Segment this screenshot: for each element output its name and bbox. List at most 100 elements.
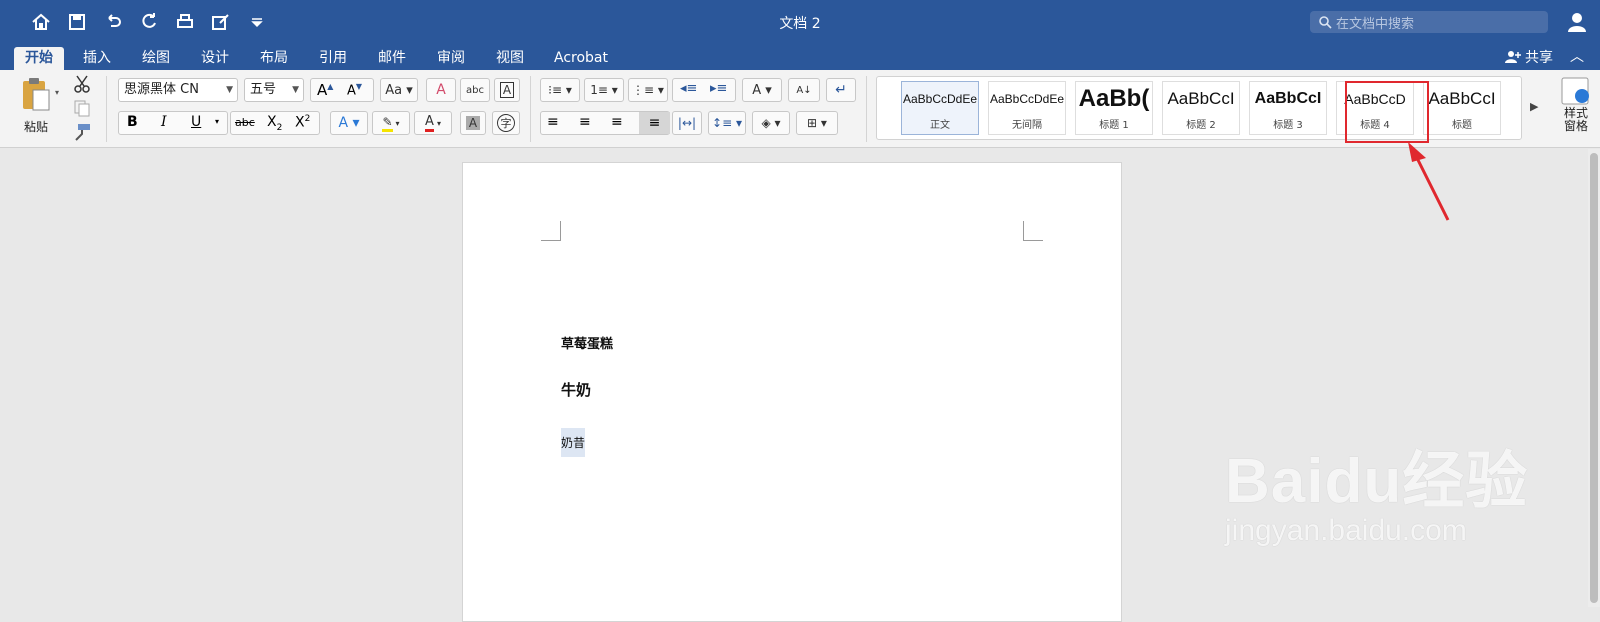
tab-draw[interactable]: 绘图 xyxy=(131,47,181,70)
increase-indent-icon[interactable]: ▸≡ xyxy=(710,81,727,96)
superscript-icon[interactable]: X2 xyxy=(295,114,310,131)
font-size-buttons: A▲ A▼ xyxy=(310,78,374,102)
italic-icon[interactable]: I xyxy=(161,114,167,130)
style-sample: AaBb( xyxy=(1078,85,1150,112)
font-name-select[interactable]: 思源黑体 CN ▼ xyxy=(118,78,238,102)
style-normal[interactable]: AaBbCcDdEe 正文 xyxy=(901,81,979,135)
alignment-buttons: ≡ ≡ ≡ ≡ xyxy=(540,111,670,135)
style-no-spacing[interactable]: AaBbCcDdEe 无间隔 xyxy=(988,81,1066,135)
chevron-down-icon: ▼ xyxy=(292,85,299,95)
tab-layout[interactable]: 布局 xyxy=(249,47,299,70)
shrink-font-icon[interactable]: A▼ xyxy=(347,82,362,98)
paste-dropdown-icon[interactable]: ▾ xyxy=(55,88,59,97)
styles-pane-button[interactable]: 样式窗格 xyxy=(1556,76,1596,133)
subscript-icon[interactable]: X2 xyxy=(267,114,282,133)
styles-pane-label: 样式窗格 xyxy=(1563,106,1588,133)
grow-font-icon[interactable]: A▲ xyxy=(317,81,333,99)
tab-review[interactable]: 审阅 xyxy=(426,47,476,70)
style-heading-3[interactable]: AaBbCcI 标题 3 xyxy=(1249,81,1327,135)
title-bar: 文档 2 在文档中搜索 xyxy=(0,0,1600,44)
font-size-select[interactable]: 五号 ▼ xyxy=(244,78,304,102)
bold-icon[interactable]: B xyxy=(127,114,138,130)
style-heading-1[interactable]: AaBb( 标题 1 xyxy=(1075,81,1153,135)
format-painter-icon[interactable] xyxy=(72,122,92,142)
change-case-button[interactable]: Aa ▾ xyxy=(380,78,418,102)
font-color-icon: A xyxy=(425,114,434,132)
phonetic-guide-button[interactable]: abc xyxy=(460,78,490,102)
character-shading-button[interactable]: A xyxy=(460,111,486,135)
numbered-list-icon: 1≡ ▾ xyxy=(590,83,618,97)
borders-button[interactable]: ⊞ ▾ xyxy=(796,111,838,135)
search-box[interactable]: 在文档中搜索 xyxy=(1310,11,1548,33)
heading-4-paragraph[interactable]: 草莓蛋糕 xyxy=(561,333,613,352)
document-page[interactable]: 草莓蛋糕 牛奶 奶昔 xyxy=(462,162,1122,622)
vertical-scrollbar[interactable] xyxy=(1588,149,1600,607)
collapse-ribbon-icon[interactable]: ︿ xyxy=(1570,46,1584,66)
character-shading-icon: A xyxy=(465,116,481,130)
search-placeholder: 在文档中搜索 xyxy=(1336,16,1415,32)
cut-icon[interactable] xyxy=(72,74,92,94)
bullets-button[interactable]: ⁝≡ ▾ xyxy=(540,78,580,102)
decrease-indent-icon[interactable]: ◂≡ xyxy=(680,81,697,96)
watermark-brand: Baidu经验 xyxy=(1225,447,1529,516)
style-title[interactable]: AaBbCcI 标题 xyxy=(1423,81,1501,135)
tab-home[interactable]: 开始 xyxy=(14,47,64,70)
style-heading-2[interactable]: AaBbCcI 标题 2 xyxy=(1162,81,1240,135)
script-buttons: abc X2 X2 xyxy=(230,111,320,135)
paste-button[interactable]: 粘贴 xyxy=(14,76,58,135)
enclose-characters-button[interactable]: 字 xyxy=(492,111,520,135)
heading-3-paragraph[interactable]: 牛奶 xyxy=(561,379,591,400)
show-formatting-button[interactable]: ↵ xyxy=(826,78,856,102)
add-person-icon xyxy=(1505,51,1521,63)
margin-corner-mark xyxy=(1023,221,1043,241)
enclose-character-icon: 字 xyxy=(497,114,515,132)
tab-references[interactable]: 引用 xyxy=(308,47,358,70)
divider xyxy=(866,76,867,142)
clipboard-icon xyxy=(21,76,51,112)
gallery-more-icon[interactable]: ▶ xyxy=(1530,100,1538,113)
tab-insert[interactable]: 插入 xyxy=(72,47,122,70)
highlight-button[interactable]: ✎ ▾ xyxy=(372,111,410,135)
share-button[interactable]: 共享 xyxy=(1505,47,1553,67)
copy-icon[interactable] xyxy=(72,98,92,118)
divider xyxy=(106,76,107,142)
numbering-button[interactable]: 1≡ ▾ xyxy=(584,78,624,102)
scrollbar-thumb[interactable] xyxy=(1590,153,1598,603)
justify-icon[interactable]: ≡ xyxy=(639,112,670,134)
font-color-button[interactable]: A ▾ xyxy=(414,111,452,135)
clear-formatting-button[interactable]: A xyxy=(426,78,456,102)
selected-body-paragraph[interactable]: 奶昔 xyxy=(561,428,586,457)
asian-layout-button[interactable]: A ▾ xyxy=(742,78,782,102)
character-border-button[interactable]: A xyxy=(494,78,520,102)
tab-view[interactable]: 视图 xyxy=(485,47,535,70)
sort-icon: A↓ xyxy=(796,84,812,96)
align-center-icon[interactable]: ≡ xyxy=(579,114,591,130)
font-style-buttons: B I U ▾ xyxy=(118,111,228,135)
font-name-value: 思源黑体 CN xyxy=(124,82,199,97)
sort-button[interactable]: A↓ xyxy=(788,78,820,102)
style-sample: AaBbCcI xyxy=(1428,89,1496,108)
tab-acrobat[interactable]: Acrobat xyxy=(543,47,619,70)
align-left-icon[interactable]: ≡ xyxy=(547,114,559,130)
style-sample: AaBbCcI xyxy=(1167,89,1235,108)
underline-icon[interactable]: U xyxy=(191,114,201,130)
shading-button[interactable]: ◈ ▾ xyxy=(752,111,790,135)
annotation-highlight-box xyxy=(1345,81,1429,143)
align-right-icon[interactable]: ≡ xyxy=(611,114,623,130)
style-name: 正文 xyxy=(930,120,950,131)
highlighter-icon: ✎ xyxy=(382,115,393,132)
line-spacing-button[interactable]: ↕≡ ▾ xyxy=(708,111,746,135)
strikethrough-icon[interactable]: abc xyxy=(235,116,255,129)
change-case-icon: Aa ▾ xyxy=(385,82,413,98)
user-icon[interactable] xyxy=(1566,10,1590,34)
text-effects-button[interactable]: A ▾ xyxy=(330,111,368,135)
margin-corner-mark xyxy=(541,221,561,241)
multilevel-list-button[interactable]: ⋮≡ ▾ xyxy=(628,78,668,102)
underline-dropdown-icon[interactable]: ▾ xyxy=(215,117,219,126)
distributed-button[interactable]: |↔| xyxy=(672,111,702,135)
asian-layout-icon: A ▾ xyxy=(752,82,772,98)
style-name: 标题 1 xyxy=(1099,120,1129,131)
tab-mailings[interactable]: 邮件 xyxy=(367,47,417,70)
text-effects-icon: A ▾ xyxy=(338,115,360,131)
tab-design[interactable]: 设计 xyxy=(190,47,240,70)
